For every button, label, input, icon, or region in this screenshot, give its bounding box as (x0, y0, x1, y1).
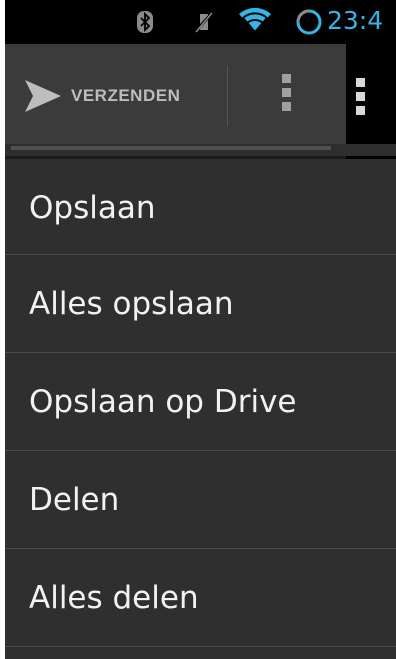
menu-item-save-to-drive[interactable]: Opslaan op Drive (5, 353, 396, 451)
menu-item-share-all[interactable]: Alles delen (5, 549, 396, 647)
menu-item-save-all[interactable]: Alles opslaan (5, 255, 396, 353)
menu-divider (5, 646, 396, 647)
overflow-menu-icon-secondary (356, 78, 366, 120)
send-button[interactable]: VERZENDEN (23, 74, 180, 118)
action-bar: VERZENDEN (5, 44, 396, 144)
phone-screen: 23:4 VERZENDEN Opslaan Alles opslaan Ops… (5, 0, 396, 659)
send-icon (25, 80, 61, 112)
popup-menu: Opslaan Alles opslaan Opslaan op Drive D… (5, 159, 396, 659)
sync-icon (296, 9, 322, 35)
content-card-line (11, 146, 331, 150)
menu-item-label: Opslaan (29, 190, 156, 226)
status-bar: 23:4 (5, 0, 396, 44)
send-label: VERZENDEN (71, 86, 181, 105)
muted-vibrate-icon (193, 10, 215, 34)
menu-item-label: Alles delen (29, 580, 199, 616)
status-time: 23:4 (327, 6, 384, 35)
menu-item-share[interactable]: Delen (5, 451, 396, 549)
action-divider (227, 66, 228, 126)
menu-item-label: Alles opslaan (29, 286, 234, 322)
overflow-button[interactable] (346, 44, 396, 159)
menu-item-label: Opslaan op Drive (29, 384, 297, 420)
menu-item-save[interactable]: Opslaan (5, 159, 396, 257)
menu-item-label: Delen (29, 482, 120, 518)
wifi-icon (239, 7, 271, 33)
bluetooth-icon (137, 11, 153, 33)
overflow-menu-icon[interactable] (282, 74, 292, 116)
